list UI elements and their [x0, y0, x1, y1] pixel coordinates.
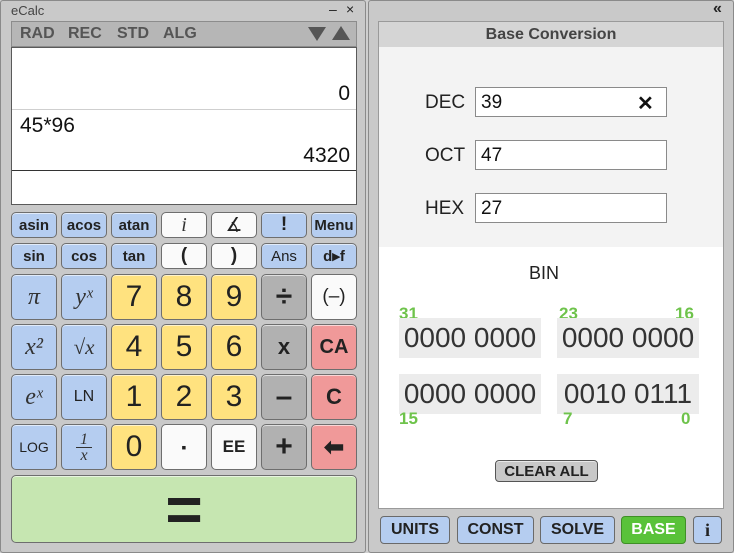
log-button[interactable]: LOG: [11, 424, 57, 470]
collapse-icon[interactable]: «: [713, 0, 722, 18]
tab-base[interactable]: BASE: [621, 516, 686, 544]
oct-input[interactable]: 47: [475, 140, 667, 170]
reciprocal-numerator: 1: [76, 431, 92, 448]
left-paren-button[interactable]: (: [161, 243, 207, 269]
app-title: eCalc: [11, 3, 45, 18]
oct-value: 47: [481, 145, 503, 166]
negate-button[interactable]: (–): [311, 274, 357, 320]
info-button[interactable]: i: [693, 516, 722, 544]
subtract-button[interactable]: –: [261, 374, 307, 420]
atan-button[interactable]: atan: [111, 212, 157, 238]
digit-8-button[interactable]: 8: [161, 274, 207, 320]
add-button[interactable]: +: [261, 424, 307, 470]
reciprocal-denominator: x: [80, 446, 88, 464]
ans-button[interactable]: Ans: [261, 243, 307, 269]
mode-bar: RAD REC STD ALG: [11, 21, 357, 47]
digit-7-button[interactable]: 7: [111, 274, 157, 320]
number-fields: DEC 39 ✕ OCT 47 HEX 27: [379, 47, 723, 247]
bit-15-label: 15: [399, 409, 418, 428]
calc-display: 0 45*96 4320: [11, 47, 357, 205]
ln-button[interactable]: LN: [61, 374, 107, 420]
tab-solve[interactable]: SOLVE: [540, 516, 615, 544]
base-conversion-panel: Base Conversion DEC 39 ✕ OCT 47 HEX 27 B…: [378, 21, 724, 509]
pi-button[interactable]: π: [11, 274, 57, 320]
mode-alg[interactable]: ALG: [163, 25, 197, 43]
right-paren-button[interactable]: ): [211, 243, 257, 269]
digit-9-button[interactable]: 9: [211, 274, 257, 320]
digit-4-button[interactable]: 4: [111, 324, 157, 370]
exp-button[interactable]: eˣ: [11, 374, 57, 420]
hex-input[interactable]: 27: [475, 193, 667, 223]
imaginary-button[interactable]: i: [161, 212, 207, 238]
clear-all-button[interactable]: CA: [311, 324, 357, 370]
expression-line-2: 45*96: [20, 114, 75, 137]
factorial-button[interactable]: !: [261, 212, 307, 238]
oct-label: OCT: [425, 145, 466, 166]
divide-button[interactable]: ÷: [261, 274, 307, 320]
decimal-to-fraction-button[interactable]: d▸f: [311, 243, 357, 269]
cos-button[interactable]: cos: [61, 243, 107, 269]
acos-button[interactable]: acos: [61, 212, 107, 238]
calculator-window: eCalc – × RAD REC STD ALG 0 45*96 4320 a…: [0, 0, 366, 553]
square-button[interactable]: x²: [11, 324, 57, 370]
scroll-down-icon[interactable]: [308, 27, 326, 41]
hex-label: HEX: [425, 198, 465, 219]
minimize-button[interactable]: –: [329, 1, 337, 17]
angle-button[interactable]: ∡: [211, 212, 257, 238]
digit-5-button[interactable]: 5: [161, 324, 207, 370]
sin-button[interactable]: sin: [11, 243, 57, 269]
decimal-point-button[interactable]: ▪: [161, 424, 207, 470]
digit-0-button[interactable]: 0: [111, 424, 157, 470]
result-line-1: 0: [338, 82, 350, 105]
tab-const[interactable]: CONST: [457, 516, 534, 544]
reciprocal-button[interactable]: 1 x: [61, 424, 107, 470]
backspace-button[interactable]: ⬅: [311, 424, 357, 470]
bit-0-label: 0: [681, 409, 691, 428]
display-divider: [12, 109, 356, 110]
result-line-2: 4320: [303, 144, 350, 167]
bin-group-lower-mid[interactable]: 0000 0000: [399, 374, 541, 414]
input-divider: [12, 170, 356, 171]
mode-std[interactable]: STD: [117, 25, 149, 43]
ee-button[interactable]: EE: [211, 424, 257, 470]
mode-rec[interactable]: REC: [68, 25, 102, 43]
menu-button[interactable]: Menu: [311, 212, 357, 238]
clear-button[interactable]: C: [311, 374, 357, 420]
mode-rad[interactable]: RAD: [20, 25, 55, 43]
digit-2-button[interactable]: 2: [161, 374, 207, 420]
digit-1-button[interactable]: 1: [111, 374, 157, 420]
clear-all-bits-button[interactable]: CLEAR ALL: [495, 460, 598, 482]
tab-units[interactable]: UNITS: [380, 516, 450, 544]
sqrt-button[interactable]: √x: [61, 324, 107, 370]
tan-button[interactable]: tan: [111, 243, 157, 269]
bin-group-low[interactable]: 0010 0111: [557, 374, 699, 414]
dec-label: DEC: [425, 92, 466, 113]
equals-button[interactable]: =: [11, 475, 357, 543]
multiply-button[interactable]: x: [261, 324, 307, 370]
bin-group-high[interactable]: 0000 0000: [399, 318, 541, 358]
digit-3-button[interactable]: 3: [211, 374, 257, 420]
asin-button[interactable]: asin: [11, 212, 57, 238]
base-conversion-window: « Base Conversion DEC 39 ✕ OCT 47 HEX 27…: [368, 0, 734, 553]
scroll-up-icon[interactable]: [332, 26, 350, 40]
bin-group-upper-mid[interactable]: 0000 0000: [557, 318, 699, 358]
close-button[interactable]: ×: [346, 1, 354, 17]
clear-field-icon[interactable]: ✕: [637, 91, 654, 116]
digit-6-button[interactable]: 6: [211, 324, 257, 370]
dec-value: 39: [481, 92, 503, 113]
hex-value: 27: [481, 198, 503, 219]
bit-7-label: 7: [563, 409, 573, 428]
power-button[interactable]: yˣ: [61, 274, 107, 320]
bin-label: BIN: [529, 263, 560, 283]
panel-title: Base Conversion: [379, 22, 723, 47]
